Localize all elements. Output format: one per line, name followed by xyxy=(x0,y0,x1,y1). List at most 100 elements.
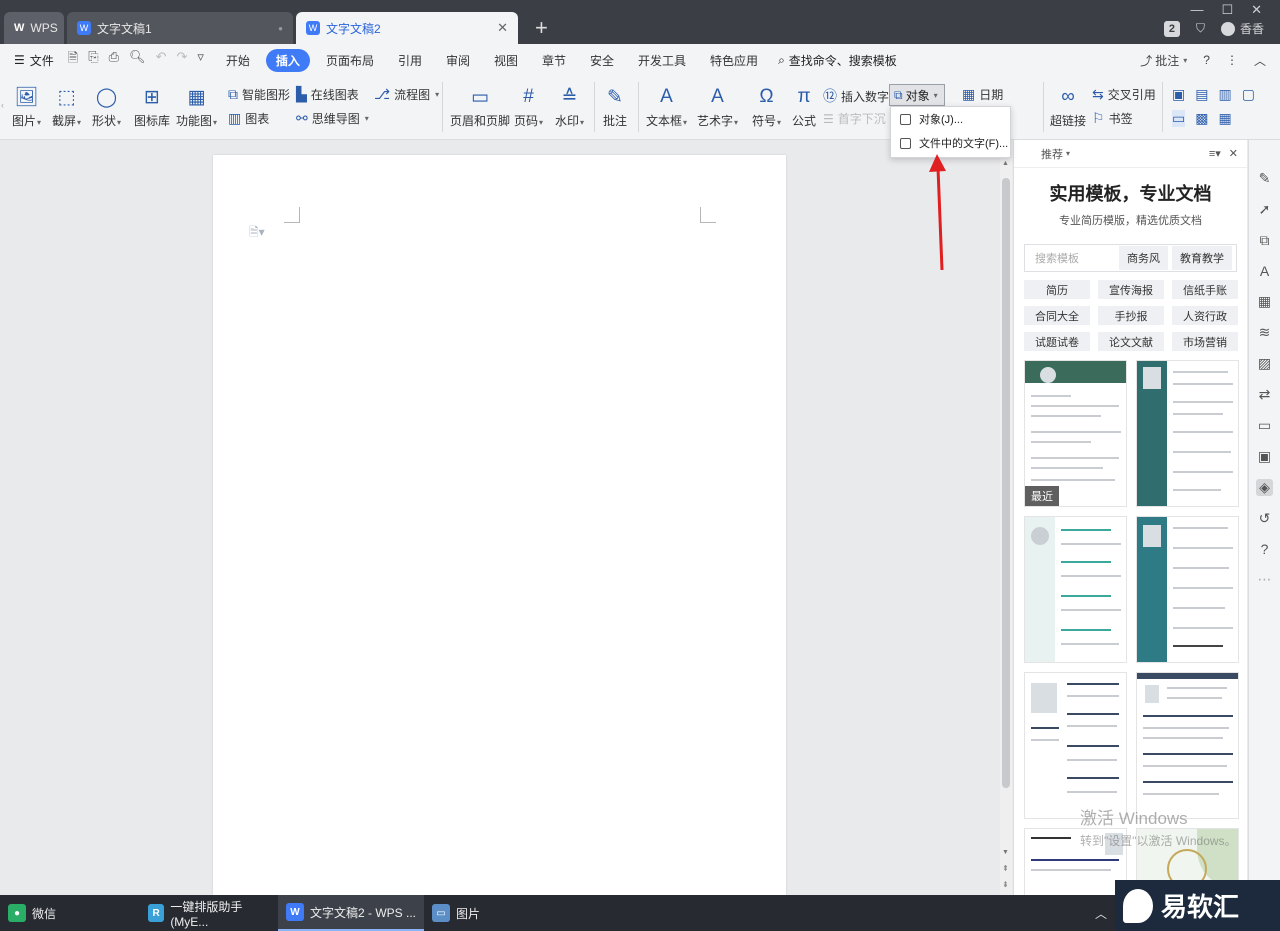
adjust-icon[interactable]: ≋ xyxy=(1259,324,1271,341)
history-icon[interactable]: ↺ xyxy=(1259,510,1271,527)
object-button[interactable]: ⧉ 对象 ▾ xyxy=(889,84,945,106)
form-control-icon[interactable]: ▦ xyxy=(1218,110,1231,127)
scroll-up-icon[interactable]: ▲ xyxy=(1002,160,1009,167)
formula-button[interactable]: π 公式 xyxy=(792,86,816,129)
document-page[interactable]: 🗎▾ xyxy=(213,155,786,895)
redo-icon[interactable]: ↷ xyxy=(176,49,187,71)
function-chart-button[interactable]: ▦ 功能图▾ xyxy=(176,86,217,129)
maximize-icon[interactable]: ☐ xyxy=(1221,2,1233,18)
insert-number-button[interactable]: ⑫ 插入数字 xyxy=(823,86,889,106)
new-tab-button[interactable]: + xyxy=(521,12,562,44)
taskbar-wps-document[interactable]: W 文字文稿2 - WPS ... xyxy=(278,895,424,931)
textbox-button[interactable]: A 文本框▾ xyxy=(646,86,687,129)
document-canvas[interactable]: 🗎▾ xyxy=(0,140,1000,895)
tab-section[interactable]: 章节 xyxy=(534,49,574,72)
archive-icon[interactable]: ▭ xyxy=(1258,417,1271,434)
table-icon[interactable]: ▦ xyxy=(1258,293,1271,310)
template-search-input[interactable]: 搜索模板 xyxy=(1025,250,1119,266)
page-down-icon[interactable]: ⇟ xyxy=(1002,880,1009,889)
taskbar-pictures[interactable]: ▭ 图片 xyxy=(424,895,544,931)
tab-start[interactable]: 开始 xyxy=(218,49,258,72)
icon-library-button[interactable]: ⊞ 图标库 xyxy=(134,86,170,129)
page-up-icon[interactable]: ⇞ xyxy=(1002,864,1009,873)
mindmap-button[interactable]: ⚯ 思维导图 ▾ xyxy=(296,110,369,127)
form-control-icon[interactable]: ▢ xyxy=(1242,86,1255,103)
form-control-icon[interactable]: ▩ xyxy=(1195,110,1208,127)
help-circle-icon[interactable]: ? xyxy=(1261,541,1269,557)
collapse-ribbon-icon[interactable]: ︿ xyxy=(1254,52,1266,69)
taskbar-wechat[interactable]: ● 微信 xyxy=(0,895,140,931)
comment-button[interactable]: ✎ 批注 xyxy=(603,86,627,129)
ribbon-scroll-left-icon[interactable]: ‹ xyxy=(1,100,4,110)
window-count-badge[interactable]: 2 xyxy=(1163,20,1180,37)
user-account[interactable]: 香香 xyxy=(1220,20,1264,37)
form-control-icon[interactable]: ▭ xyxy=(1172,110,1186,127)
skin-shirt-icon[interactable]: ⛉ xyxy=(1196,21,1205,36)
file-menu[interactable]: ☰ 文件 xyxy=(0,52,62,69)
chart-button[interactable]: ▥ 图表 xyxy=(228,110,269,127)
scroll-down-icon[interactable]: ▼ xyxy=(1002,849,1009,856)
resume-template-thumbnail[interactable]: 最近 xyxy=(1024,360,1127,507)
tab-review[interactable]: 审阅 xyxy=(438,49,478,72)
tab-insert[interactable]: 插入 xyxy=(265,48,310,72)
comment-menu[interactable]: ⤴ 批注 ▾ xyxy=(1140,52,1187,69)
print-preview-icon[interactable]: 🔍︎ xyxy=(129,49,146,71)
customize-toolbar-icon[interactable]: ▿ xyxy=(197,49,204,71)
form-control-icon[interactable]: ▤ xyxy=(1195,86,1208,103)
category-item[interactable]: 人资行政 xyxy=(1172,306,1238,325)
export-pdf-icon[interactable]: ⎘ xyxy=(88,49,98,71)
category-item[interactable]: 信纸手账 xyxy=(1172,280,1238,299)
shape-button[interactable]: ◯ 形状▾ xyxy=(92,86,121,129)
resume-template-thumbnail[interactable] xyxy=(1136,516,1239,663)
panel-close-icon[interactable]: ✕ xyxy=(1229,147,1238,160)
image-icon[interactable]: ▣ xyxy=(1258,448,1271,465)
pen-icon[interactable]: ✎ xyxy=(1259,170,1271,187)
category-item[interactable]: 简历 xyxy=(1024,280,1090,299)
category-item[interactable]: 市场营销 xyxy=(1172,332,1238,351)
tray-expand-icon[interactable]: ︿ xyxy=(1095,905,1107,922)
watermark-button[interactable]: ≙ 水印▾ xyxy=(555,86,584,129)
category-item[interactable]: 宣传海报 xyxy=(1098,280,1164,299)
category-item[interactable]: 手抄报 xyxy=(1098,306,1164,325)
form-control-icon[interactable]: ▥ xyxy=(1218,86,1231,103)
help-icon[interactable]: ? xyxy=(1203,53,1210,67)
panel-title-dropdown[interactable]: 推荐 ▾ xyxy=(1023,146,1070,162)
category-item[interactable]: 论文文献 xyxy=(1098,332,1164,351)
header-footer-button[interactable]: ▭ 页眉和页脚 xyxy=(450,86,510,129)
picture-button[interactable]: 🖼︎ 图片▾ xyxy=(12,86,41,129)
tab-document-2[interactable]: W 文字文稿2 ✕ xyxy=(296,12,518,44)
panel-menu-icon[interactable]: ≡▾ xyxy=(1209,147,1221,160)
paragraph-format-icon[interactable]: 🗎▾ xyxy=(249,223,265,244)
resume-template-thumbnail[interactable] xyxy=(1024,672,1127,819)
save-icon[interactable]: 🗎 xyxy=(68,49,78,71)
tab-wps-home[interactable]: W WPS xyxy=(4,12,64,44)
object-dropdown-icon[interactable]: ▾ xyxy=(934,91,938,100)
dropcap-button[interactable]: ☰ 首字下沉 xyxy=(823,110,886,127)
tab-page-layout[interactable]: 页面布局 xyxy=(318,49,382,72)
page-number-button[interactable]: # 页码▾ xyxy=(514,86,543,129)
tab-security[interactable]: 安全 xyxy=(582,49,622,72)
picture-panel-icon[interactable]: ▨ xyxy=(1258,355,1271,372)
command-search[interactable]: ⌕ 查找命令、搜索模板 xyxy=(778,52,897,69)
resume-template-thumbnail[interactable] xyxy=(1024,516,1127,663)
search-chip-education[interactable]: 教育教学 xyxy=(1172,246,1232,270)
more-icon[interactable]: ⋮ xyxy=(1226,53,1238,67)
text-style-icon[interactable]: A xyxy=(1260,263,1269,279)
online-chart-button[interactable]: ▙ 在线图表 xyxy=(296,86,359,103)
hyperlink-button[interactable]: ∞ 超链接 xyxy=(1050,86,1086,129)
tab-special[interactable]: 特色应用 xyxy=(702,49,766,72)
close-tab-icon[interactable]: ✕ xyxy=(497,20,508,36)
category-item[interactable]: 合同大全 xyxy=(1024,306,1090,325)
more-tools-icon[interactable]: ⋯ xyxy=(1258,571,1272,588)
cross-reference-button[interactable]: ⇆ 交叉引用 xyxy=(1092,86,1156,103)
tab-document-1[interactable]: W 文字文稿1 ● xyxy=(67,12,293,44)
taskbar-typeset-assistant[interactable]: R 一键排版助手(MyE... xyxy=(140,895,278,931)
wordart-button[interactable]: A 艺术字▾ xyxy=(697,86,738,129)
bookmark-button[interactable]: ⚐ 书签 xyxy=(1092,110,1133,127)
form-control-icon[interactable]: ▣ xyxy=(1172,86,1185,103)
screenshot-button[interactable]: ⬚ 截屏▾ xyxy=(52,86,81,129)
symbol-button[interactable]: Ω 符号▾ xyxy=(752,86,781,129)
resume-template-thumbnail[interactable] xyxy=(1136,672,1239,819)
undo-icon[interactable]: ↶ xyxy=(156,49,167,71)
tab-developer[interactable]: 开发工具 xyxy=(630,49,694,72)
